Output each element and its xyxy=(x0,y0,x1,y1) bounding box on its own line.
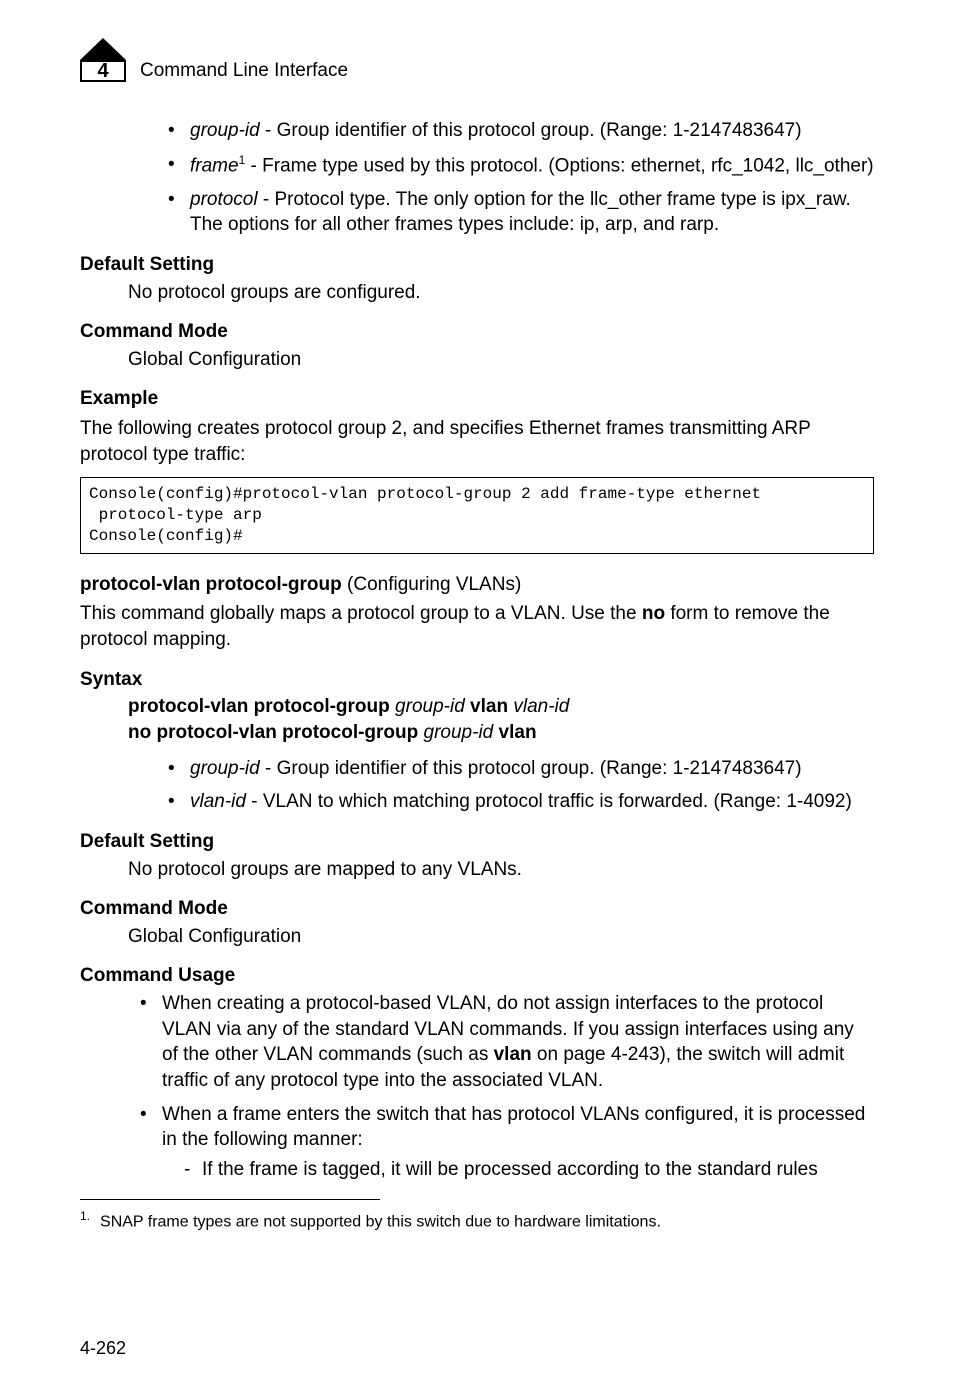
footnote-rule xyxy=(80,1199,380,1200)
syntax-line-2: no protocol-vlan protocol-group group-id… xyxy=(128,720,874,746)
syntax-kw: vlan xyxy=(499,722,537,743)
param-name: group-id xyxy=(190,120,260,141)
syntax-head: Syntax xyxy=(80,667,874,693)
param-name: group-id xyxy=(190,758,260,779)
list-item: protocol - Protocol type. The only optio… xyxy=(168,187,874,238)
command-name: protocol-vlan protocol-group xyxy=(80,574,342,595)
intro-no: no xyxy=(642,603,665,624)
list-item: When creating a protocol-based VLAN, do … xyxy=(140,991,874,1094)
syntax-arg: group-id xyxy=(395,696,465,717)
parameter-list-1: group-id - Group identifier of this prot… xyxy=(168,118,874,238)
footnote-text: SNAP frame types are not supported by th… xyxy=(100,1213,661,1230)
command-usage-head: Command Usage xyxy=(80,963,874,989)
header-title: Command Line Interface xyxy=(140,58,348,84)
param-desc: - Protocol type. The only option for the… xyxy=(190,189,851,236)
page-number: 4-262 xyxy=(80,1336,126,1360)
default-setting-head: Default Setting xyxy=(80,252,874,278)
list-item: When a frame enters the switch that has … xyxy=(140,1102,874,1183)
param-name: frame xyxy=(190,155,239,176)
param-desc: - Frame type used by this protocol. (Opt… xyxy=(245,155,873,176)
default-setting-head-2: Default Setting xyxy=(80,829,874,855)
usage-list: When creating a protocol-based VLAN, do … xyxy=(140,991,874,1182)
syntax-arg: group-id xyxy=(424,722,494,743)
param-name: protocol xyxy=(190,189,258,210)
param-name: vlan-id xyxy=(190,791,246,812)
default-setting-body: No protocol groups are configured. xyxy=(128,280,874,306)
parameter-list-2: group-id - Group identifier of this prot… xyxy=(168,756,874,815)
command-context: (Configuring VLANs) xyxy=(342,574,522,595)
usage-text-2: When a frame enters the switch that has … xyxy=(162,1104,865,1151)
triangle-icon xyxy=(80,38,126,60)
command-mode-body-2: Global Configuration xyxy=(128,924,874,950)
syntax-block: protocol-vlan protocol-group group-id vl… xyxy=(128,694,874,745)
syntax-line-1: protocol-vlan protocol-group group-id vl… xyxy=(128,694,874,720)
example-head: Example xyxy=(80,386,874,412)
example-intro: The following creates protocol group 2, … xyxy=(80,416,874,467)
footnote: 1. SNAP frame types are not supported by … xyxy=(80,1208,874,1233)
usage-vlan: vlan xyxy=(494,1044,532,1065)
command-mode-head: Command Mode xyxy=(80,319,874,345)
syntax-kw: vlan xyxy=(470,696,508,717)
code-example: Console(config)#protocol-vlan protocol-g… xyxy=(80,477,874,553)
list-item: group-id - Group identifier of this prot… xyxy=(168,118,874,144)
syntax-arg: vlan-id xyxy=(513,696,569,717)
syntax-cmd: no protocol-vlan protocol-group xyxy=(128,722,418,743)
param-desc: - VLAN to which matching protocol traffi… xyxy=(246,791,852,812)
param-desc: - Group identifier of this protocol grou… xyxy=(260,120,802,141)
command-mode-head-2: Command Mode xyxy=(80,896,874,922)
default-setting-body-2: No protocol groups are mapped to any VLA… xyxy=(128,857,874,883)
list-item: group-id - Group identifier of this prot… xyxy=(168,756,874,782)
page-header: 4 Command Line Interface xyxy=(80,40,874,82)
intro-text-a: This command globally maps a protocol gr… xyxy=(80,603,642,624)
sub-list-item: If the frame is tagged, it will be proce… xyxy=(184,1157,874,1183)
syntax-cmd: protocol-vlan protocol-group xyxy=(128,696,390,717)
chapter-icon: 4 xyxy=(80,40,126,82)
list-item: vlan-id - VLAN to which matching protoco… xyxy=(168,789,874,815)
footnote-number: 1. xyxy=(80,1209,90,1223)
command-title: protocol-vlan protocol-group (Configurin… xyxy=(80,572,874,598)
command-mode-body: Global Configuration xyxy=(128,347,874,373)
list-item: frame1 - Frame type used by this protoco… xyxy=(168,152,874,179)
chapter-number-box: 4 xyxy=(80,60,126,82)
command-intro: This command globally maps a protocol gr… xyxy=(80,601,874,652)
param-desc: - Group identifier of this protocol grou… xyxy=(260,758,802,779)
usage-sublist: If the frame is tagged, it will be proce… xyxy=(184,1157,874,1183)
